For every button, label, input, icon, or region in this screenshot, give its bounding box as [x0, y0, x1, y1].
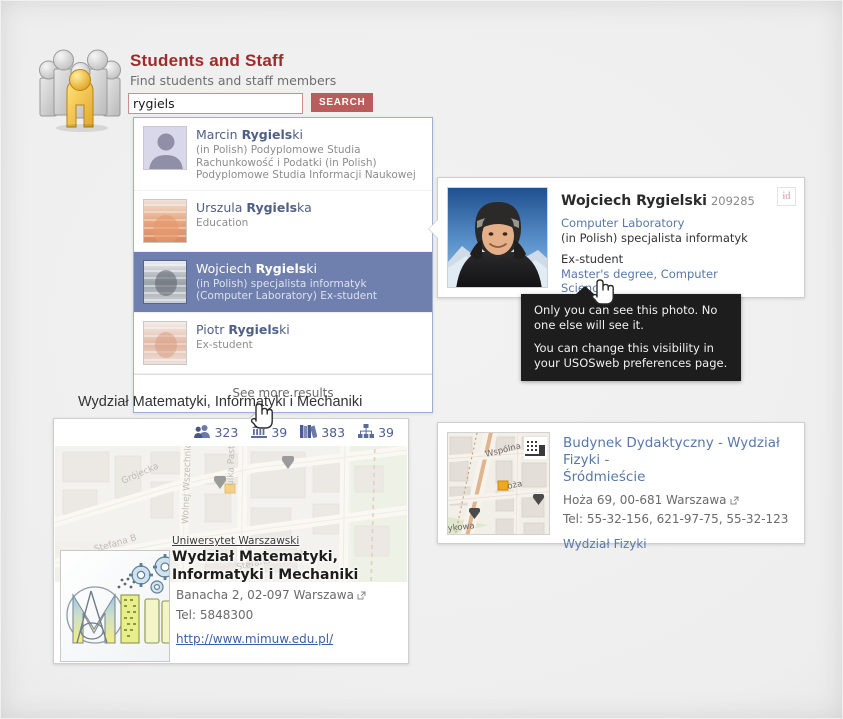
suggestion-name: Marcin Rygielski	[196, 127, 303, 142]
faculty-address: Banacha 2, 02-097 Warszawa	[176, 586, 398, 606]
stat-institution[interactable]: 39	[251, 423, 287, 442]
suggestion-body: Marcin Rygielski (in Polish) Podyplomowe…	[196, 126, 422, 182]
avatar	[143, 320, 187, 365]
building-title-line-1[interactable]: Budynek Dydaktyczny - Wydział Fizyki -	[563, 435, 792, 469]
institution-icon	[251, 423, 268, 442]
search-row: SEARCH	[128, 93, 374, 114]
stat-books[interactable]: 383	[300, 423, 345, 442]
person-name-row: Wojciech Rygielski 209285	[561, 190, 764, 209]
faculty-name-overlay: Uniwersytet Warszawski Wydział Matematyk…	[172, 535, 408, 589]
suggestion-body: Wojciech Rygielski (in Polish) specjalis…	[196, 260, 422, 303]
person-detail-card: Wojciech Rygielski 209285 Computer Labora…	[428, 177, 805, 319]
building-title-line-2[interactable]: Śródmieście	[563, 469, 792, 486]
person-photo	[447, 187, 548, 288]
building-info: Budynek Dydaktyczny - Wydział Fizyki - Ś…	[563, 435, 792, 553]
suggestion-description: (in Polish) Podyplomowe Studia Rachunkow…	[196, 144, 416, 181]
building-address: Hoża 69, 00-681 Warszawa	[563, 491, 792, 510]
person-status: Ex-student	[561, 252, 624, 266]
tooltip-arrow	[576, 286, 594, 294]
suggestion-name: Piotr Rygielski	[196, 321, 290, 337]
stat-people[interactable]: 323	[194, 423, 238, 442]
person-position: (in Polish) specjalista informatyk	[561, 230, 748, 245]
suggestion-description: Ex-student	[196, 338, 253, 351]
suggestion-description: Education	[196, 216, 249, 229]
faculty-hover-label[interactable]: Wydział Matematyki, Informatyki i Mechan…	[78, 394, 362, 410]
faculty-name-line-1: Wydział Matematyki,	[172, 549, 338, 565]
page-subtitle: Find students and staff members	[130, 73, 337, 88]
avatar	[143, 198, 187, 243]
stat-org-chart-value: 39	[378, 424, 394, 440]
org-chart-icon	[358, 423, 375, 442]
suggestion-body: Piotr Rygielski Ex-student	[196, 321, 422, 352]
avatar	[143, 126, 187, 170]
faculty-logo	[60, 550, 170, 662]
search-input[interactable]	[128, 93, 303, 114]
stat-institution-value: 39	[271, 424, 288, 440]
id-badge[interactable]: id	[777, 187, 796, 206]
card-pointer	[250, 410, 270, 419]
faculty-stats-row: 323 39 383 39	[54, 419, 408, 445]
stat-people-value: 323	[214, 424, 239, 440]
people-group-icon	[30, 36, 130, 136]
suggestion-name: Wojciech Rygielski	[196, 260, 317, 276]
suggestion-item[interactable]: Urszula Rygielska Education	[134, 191, 432, 252]
suggestion-description: (in Polish) specjalista informatyk (Comp…	[196, 277, 378, 303]
suggestion-body: Urszula Rygielska Education	[196, 199, 422, 230]
suggestion-item[interactable]: Marcin Rygielski (in Polish) Podyplomowe…	[134, 118, 432, 191]
person-id: 209285	[710, 194, 755, 208]
faculty-name-line-2: Informatyki i Mechaniki	[172, 566, 359, 583]
person-name: Wojciech Rygielski	[561, 193, 707, 209]
people-icon	[194, 423, 211, 442]
person-unit[interactable]: Computer Laboratory	[561, 216, 764, 231]
suggestion-item[interactable]: Piotr Rygielski Ex-student	[134, 313, 432, 374]
stat-books-value: 383	[321, 424, 346, 440]
photo-visibility-tooltip: Only you can see this photo. No one else…	[521, 286, 741, 381]
faculty-details: Banacha 2, 02-097 Warszawa Tel: 5848300 …	[176, 586, 398, 646]
header-text-block: Students and Staff Find students and sta…	[130, 51, 336, 88]
building-faculty-link[interactable]: Wydział Fizyki	[563, 535, 792, 553]
faculty-website-link[interactable]: http://www.mimuw.edu.pl/	[176, 632, 398, 646]
external-link-icon	[357, 587, 366, 606]
building-phone: Tel: 55-32-156, 621-97-75, 55-32-123	[563, 512, 789, 526]
faculty-card: 323 39 383 39 Grójecka Wolnej Wszechnicy…	[53, 408, 409, 664]
stat-org-chart[interactable]: 39	[358, 423, 394, 442]
tooltip-line-2: You can change this visibility in your U…	[534, 341, 728, 370]
card-pointer	[429, 220, 438, 238]
autocomplete-dropdown[interactable]: Marcin Rygielski (in Polish) Podyplomowe…	[133, 117, 433, 413]
page-title: Students and Staff	[130, 51, 284, 70]
suggestion-item-selected[interactable]: Wojciech Rygielski (in Polish) specjalis…	[134, 251, 432, 313]
faculty-phone: Tel: 5848300	[176, 608, 254, 622]
building-card: Wspólna oża ykowa Budynek Dydaktyczny - …	[437, 422, 805, 551]
university-name: Uniwersytet Warszawski	[172, 535, 300, 547]
tooltip-line-1: Only you can see this photo. No one else…	[534, 303, 718, 332]
external-link-icon	[730, 492, 739, 510]
suggestion-name: Urszula Rygielska	[196, 199, 312, 215]
avatar	[143, 259, 187, 304]
books-icon	[300, 423, 318, 442]
page-background: Students and Staff Find students and sta…	[0, 0, 843, 719]
search-button[interactable]: SEARCH	[311, 93, 374, 112]
building-map[interactable]: Wspólna oża ykowa	[447, 432, 550, 535]
